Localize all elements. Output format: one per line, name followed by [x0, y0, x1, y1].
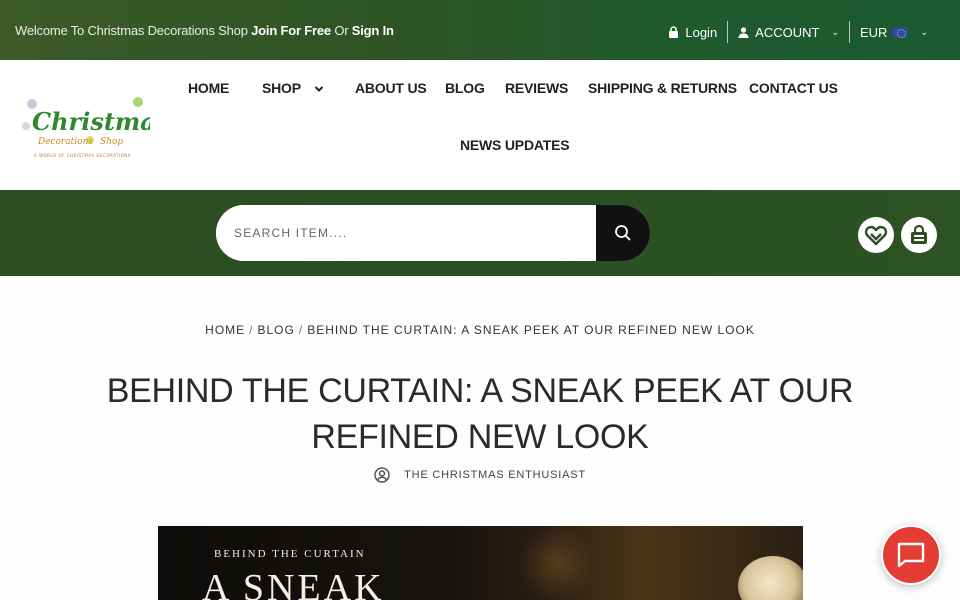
account-label: ACCOUNT — [755, 24, 820, 40]
user-icon — [738, 26, 749, 38]
currency-dropdown[interactable]: EUR ⌄ — [850, 20, 938, 44]
breadcrumb-current: BEHIND THE CURTAIN: A SNEAK PEEK AT OUR … — [307, 323, 755, 337]
breadcrumb-home[interactable]: HOME — [205, 323, 245, 337]
author-name[interactable]: THE CHRISTMAS ENTHUSIAST — [404, 469, 586, 481]
welcome-text: Welcome To Christmas Decorations Shop — [15, 23, 248, 38]
search-icon — [615, 225, 631, 241]
login-link[interactable]: Login — [658, 20, 727, 44]
chevron-down-icon: ⌄ — [831, 26, 839, 37]
main-nav: HOME SHOP ABOUT US BLOG REVIEWS SHIPPING… — [0, 60, 960, 190]
nav-contact-us[interactable]: CONTACT US — [749, 80, 838, 96]
hero-flower — [738, 556, 803, 600]
breadcrumb: HOME / BLOG / BEHIND THE CURTAIN: A SNEAK PE… — [0, 323, 960, 337]
account-dropdown[interactable]: ACCOUNT ⌄ — [728, 20, 849, 44]
hero-subtitle: BEHIND THE CURTAIN — [214, 548, 366, 560]
breadcrumb-separator: / — [298, 323, 304, 337]
site-header: Christmas Decorations Shop A WORLD OF CH… — [0, 60, 960, 190]
breadcrumb-separator: / — [249, 323, 254, 337]
wishlist-button[interactable] — [858, 217, 894, 253]
search-bar — [0, 190, 960, 276]
shopping-bag-icon — [911, 224, 927, 244]
eu-flag-icon — [893, 26, 909, 38]
lock-icon — [669, 26, 679, 38]
signin-link[interactable]: Sign In — [352, 23, 394, 38]
search-input[interactable] — [216, 205, 596, 261]
nav-about-us[interactable]: ABOUT US — [355, 80, 427, 96]
search-form — [216, 205, 650, 261]
article-author: THE CHRISTMAS ENTHUSIAST — [0, 467, 960, 483]
welcome-message: Welcome To Christmas Decorations Shop Jo… — [15, 23, 394, 38]
heart-icon — [864, 225, 888, 246]
cart-button[interactable] — [901, 217, 937, 253]
nav-reviews[interactable]: REVIEWS — [505, 80, 568, 96]
currency-label: EUR — [860, 24, 888, 40]
login-label: Login — [685, 24, 718, 40]
top-bar: Welcome To Christmas Decorations Shop Jo… — [0, 0, 960, 60]
nav-news-updates[interactable]: NEWS UPDATES — [460, 137, 570, 153]
nav-shop[interactable]: SHOP — [262, 80, 324, 96]
nav-shop-label: SHOP — [262, 80, 301, 96]
nav-shipping-returns[interactable]: SHIPPING & RETURNS — [588, 80, 737, 96]
chevron-down-icon — [315, 86, 324, 92]
chevron-down-icon: ⌄ — [920, 26, 928, 37]
chat-button[interactable] — [881, 525, 941, 585]
article-hero-image: BEHIND THE CURTAIN A SNEAK — [158, 526, 803, 600]
search-button[interactable] — [596, 205, 650, 261]
nav-blog[interactable]: BLOG — [445, 80, 485, 96]
chat-icon — [897, 542, 925, 568]
hero-light — [518, 526, 598, 600]
breadcrumb-blog[interactable]: BLOG — [258, 323, 295, 337]
article-title: BEHIND THE CURTAIN: A SNEAK PEEK AT OUR … — [106, 372, 854, 456]
join-link[interactable]: Join For Free — [251, 23, 331, 38]
nav-home[interactable]: HOME — [188, 80, 229, 96]
hero-headline: A SNEAK — [202, 567, 385, 600]
or-text: Or — [334, 23, 349, 38]
user-circle-icon — [374, 467, 390, 483]
